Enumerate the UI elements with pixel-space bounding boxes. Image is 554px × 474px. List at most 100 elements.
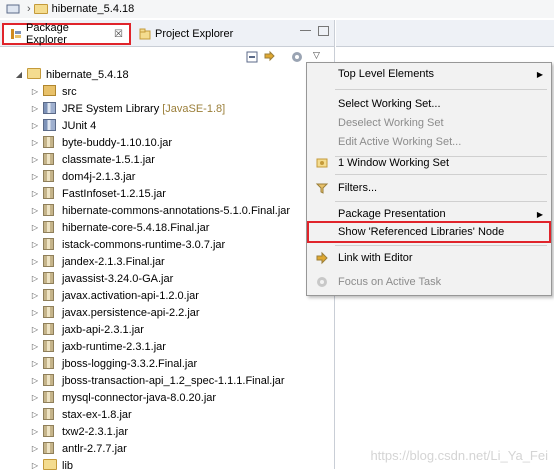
project-icon — [27, 67, 41, 82]
collapsed-arrow-icon[interactable]: ▷ — [30, 308, 40, 317]
tree-item[interactable]: ▷ JUnit 4 — [30, 117, 96, 134]
menu-item[interactable]: Edit Active Working Set... — [307, 131, 551, 153]
menu-item[interactable]: Filters... — [307, 177, 551, 199]
menu-item-label: Show 'Referenced Libraries' Node — [338, 226, 505, 238]
jar-icon — [43, 254, 57, 269]
collapsed-arrow-icon[interactable]: ▷ — [30, 342, 40, 351]
collapsed-arrow-icon[interactable]: ▷ — [30, 87, 40, 96]
tree-item-label: antlr-2.7.7.jar — [62, 442, 127, 455]
collapsed-arrow-icon[interactable]: ▷ — [30, 138, 40, 147]
tree-item[interactable]: ▷ txw2-2.3.1.jar — [30, 423, 128, 440]
link-with-editor-icon[interactable] — [263, 50, 277, 64]
menu-item[interactable]: Show 'Referenced Libraries' Node — [307, 221, 551, 243]
tree-item[interactable]: ▷ stax-ex-1.8.jar — [30, 406, 132, 423]
menu-item[interactable]: Top Level Elements ▶ — [307, 63, 551, 85]
submenu-arrow-icon: ▶ — [536, 209, 543, 219]
collapsed-arrow-icon[interactable]: ▷ — [30, 274, 40, 283]
jar-icon — [43, 424, 57, 439]
maximize-icon[interactable] — [318, 26, 329, 36]
tree-item-label: javax.persistence-api-2.2.jar — [62, 306, 200, 319]
tree-item[interactable]: ▷ jaxb-runtime-2.3.1.jar — [30, 338, 166, 355]
tree-item[interactable]: ▷ jboss-transaction-api_1.2_spec-1.1.1.Fi… — [30, 372, 285, 389]
menu-item-label: Deselect Working Set — [338, 117, 444, 129]
tree-item-label: stax-ex-1.8.jar — [62, 408, 132, 421]
collapsed-arrow-icon[interactable]: ▷ — [30, 104, 40, 113]
tree-item-label: hibernate-core-5.4.18.Final.jar — [62, 221, 210, 234]
filter-icon — [315, 183, 329, 194]
tree-item[interactable]: ▷ hibernate-core-5.4.18.Final.jar — [30, 219, 209, 236]
collapsed-arrow-icon[interactable]: ▷ — [30, 206, 40, 215]
breadcrumb-project[interactable]: hibernate_5.4.18 — [52, 3, 135, 15]
collapsed-arrow-icon[interactable]: ▷ — [30, 359, 40, 368]
tree-item[interactable]: ▷ dom4j-2.1.3.jar — [30, 168, 135, 185]
collapsed-arrow-icon[interactable]: ▷ — [30, 189, 40, 198]
tree-item[interactable]: ▷ FastInfoset-1.2.15.jar — [30, 185, 166, 202]
tree-item[interactable]: ▷ javax.activation-api-1.2.0.jar — [30, 287, 199, 304]
collapsed-arrow-icon[interactable]: ▷ — [30, 291, 40, 300]
close-icon[interactable]: ☒ — [114, 29, 123, 40]
menu-item-label: Package Presentation — [338, 208, 446, 220]
menu-item-label: Edit Active Working Set... — [338, 136, 462, 148]
tree-item[interactable]: ▷ mysql-connector-java-8.0.20.jar — [30, 389, 216, 406]
tree-item-label: classmate-1.5.1.jar — [62, 153, 155, 166]
menu-item-label: Link with Editor — [338, 252, 413, 264]
tree-item-label: lib — [62, 459, 74, 472]
tree-item[interactable]: ▷ hibernate-commons-annotations-5.1.0.Fin… — [30, 202, 290, 219]
project-explorer-icon — [139, 28, 151, 40]
editor-tab-strip — [336, 20, 554, 47]
tree-item-label: dom4j-2.1.3.jar — [62, 170, 136, 183]
tab-package-explorer[interactable]: Package Explorer ☒ — [2, 22, 131, 46]
jar-icon — [43, 305, 57, 320]
tree-item-label: jandex-2.1.3.Final.jar — [62, 255, 165, 268]
collapsed-arrow-icon[interactable]: ▷ — [30, 427, 40, 436]
tree-item[interactable]: ▷ lib — [30, 457, 73, 474]
menu-item-label: Top Level Elements — [338, 68, 434, 80]
jar-icon — [43, 288, 57, 303]
tree-item[interactable]: ▷ jandex-2.1.3.Final.jar — [30, 253, 165, 270]
menu-item[interactable]: 1 Window Working Set — [307, 152, 551, 174]
jar-icon — [43, 322, 57, 337]
tree-item[interactable]: ▷ javax.persistence-api-2.2.jar — [30, 304, 200, 321]
collapsed-arrow-icon[interactable]: ▷ — [30, 121, 40, 130]
jar-icon — [43, 237, 57, 252]
collapsed-arrow-icon[interactable]: ▷ — [30, 393, 40, 402]
tree-item[interactable]: ▷ byte-buddy-1.10.10.jar — [30, 134, 172, 151]
tree-root[interactable]: ◢ hibernate_5.4.18 — [14, 66, 129, 83]
collapsed-arrow-icon[interactable]: ▷ — [30, 172, 40, 181]
menu-item-label: 1 Window Working Set — [338, 157, 450, 169]
tree-item[interactable]: ▷ src — [30, 83, 77, 100]
tree-item-decoration: [JavaSE-1.8] — [162, 102, 226, 115]
collapsed-arrow-icon[interactable]: ▷ — [30, 410, 40, 419]
tree-item-label: jaxb-runtime-2.3.1.jar — [62, 340, 166, 353]
menu-item[interactable]: Link with Editor — [307, 247, 551, 269]
jar-icon — [43, 186, 57, 201]
tree-item-label: jaxb-api-2.3.1.jar — [62, 323, 144, 336]
collapsed-arrow-icon[interactable]: ▷ — [30, 444, 40, 453]
focus-task-icon[interactable] — [290, 50, 304, 64]
tree-item[interactable]: ▷ JRE System Library [JavaSE-1.8] — [30, 100, 225, 117]
tab-project-explorer[interactable]: Project Explorer — [133, 23, 253, 45]
collapsed-arrow-icon[interactable]: ▷ — [30, 376, 40, 385]
collapsed-arrow-icon[interactable]: ▷ — [30, 223, 40, 232]
menu-item[interactable]: Focus on Active Task — [307, 271, 551, 293]
collapsed-arrow-icon[interactable]: ▷ — [30, 257, 40, 266]
tree-item-label: istack-commons-runtime-3.0.7.jar — [62, 238, 226, 251]
collapsed-arrow-icon[interactable]: ▷ — [30, 325, 40, 334]
tree-item[interactable]: ▷ jboss-logging-3.3.2.Final.jar — [30, 355, 197, 372]
tree-item[interactable]: ▷ jaxb-api-2.3.1.jar — [30, 321, 144, 338]
folder-icon — [43, 458, 57, 473]
jar-icon — [43, 339, 57, 354]
tree-item[interactable]: ▷ classmate-1.5.1.jar — [30, 151, 155, 168]
tree-item[interactable]: ▷ antlr-2.7.7.jar — [30, 440, 127, 457]
jar-icon — [43, 169, 57, 184]
expanded-arrow-icon[interactable]: ◢ — [14, 70, 24, 79]
collapsed-arrow-icon[interactable]: ▷ — [30, 155, 40, 164]
collapse-all-icon[interactable] — [246, 50, 260, 64]
jar-icon — [43, 220, 57, 235]
minimize-icon[interactable] — [300, 30, 311, 32]
tree-item[interactable]: ▷ istack-commons-runtime-3.0.7.jar — [30, 236, 225, 253]
tree-item[interactable]: ▷ javassist-3.24.0-GA.jar — [30, 270, 173, 287]
collapsed-arrow-icon[interactable]: ▷ — [30, 240, 40, 249]
menu-item-label: Filters... — [338, 182, 378, 194]
view-menu: Top Level Elements ▶ Select Working Set...… — [306, 62, 552, 296]
